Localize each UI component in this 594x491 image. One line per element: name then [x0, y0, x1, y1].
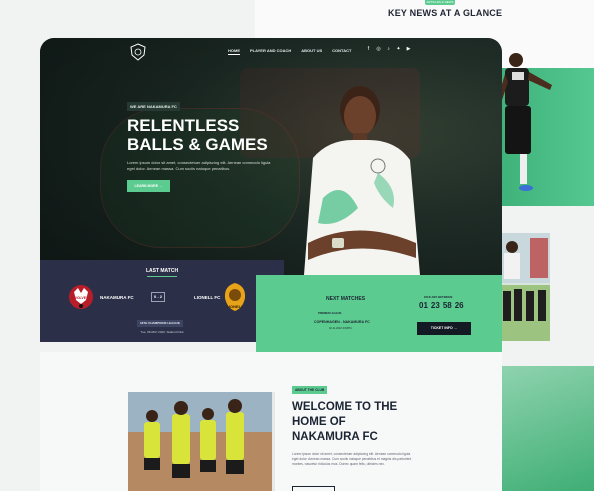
home-team-name: NAKAMURA FC — [100, 295, 134, 300]
main-nav: HOME PLAYER AND COACH ABOUT US CONTACT — [228, 48, 351, 55]
news-badge: ARTICLES & NEWS — [425, 0, 455, 5]
ticket-info-button[interactable]: TICKET INFO → — [417, 322, 471, 335]
twitter-icon[interactable]: ✦ — [396, 47, 401, 52]
hero-section: HOME PLAYER AND COACH ABOUT US CONTACT f… — [40, 38, 502, 275]
background-photo-green — [500, 366, 594, 491]
kickoff-label: KICK-OFF BETWEEN: — [424, 295, 454, 299]
player-photo-right — [498, 53, 552, 191]
last-match-panel: LAST MATCH WOLVES NAKAMURA FC 0 - 2 LION… — [40, 260, 284, 342]
next-match-date: 02.11.2022 3:00PM — [329, 327, 352, 330]
countdown-minutes: 58 — [442, 301, 452, 310]
about-text: Lorem ipsum dolor sit amet, consectetuer… — [292, 452, 412, 466]
countdown-days: 01 — [419, 301, 428, 310]
club-logo[interactable] — [130, 43, 146, 61]
hero-title: RELENTLESS BALLS & GAMES — [127, 116, 277, 154]
hero-kicker: WE ARE NAKAMURA FC — [127, 102, 180, 111]
social-links: f ◎ ♪ ✦ ▶ — [366, 47, 411, 52]
team-photo — [128, 392, 272, 491]
nav-player-and-coach[interactable]: PLAYER AND COACH — [250, 48, 291, 55]
away-team-name: LIONELL FC — [194, 295, 221, 300]
tiktok-icon[interactable]: ♪ — [386, 47, 391, 52]
countdown-hours: 23 — [430, 301, 440, 310]
last-match-league: 18TH CHAMPIONS LEAGUE — [137, 320, 183, 327]
nav-home[interactable]: HOME — [228, 48, 240, 55]
nav-contact[interactable]: CONTACT — [332, 48, 351, 55]
next-match-league: PREMIER LEAGUE — [318, 312, 342, 315]
instagram-icon[interactable]: ◎ — [376, 47, 381, 52]
wolves-badge-icon: WOLVES — [69, 285, 93, 309]
countdown-seconds: 26 — [454, 301, 464, 310]
lionell-badge-icon: LIONELL — [224, 283, 246, 311]
next-match-fixture: COPENHAGEN - NAKAMURA FC — [314, 320, 370, 324]
match-score: 0 - 2 — [151, 292, 165, 302]
next-matches-title: NEXT MATCHES — [326, 296, 366, 302]
facebook-icon[interactable]: f — [366, 47, 371, 52]
last-match-title: LAST MATCH — [40, 268, 284, 277]
kickoff-countdown: 01 23 58 26 — [419, 301, 464, 310]
gallery-collage — [500, 233, 550, 341]
last-match-date: Tue, 08.08.P 2020, Stallurd Park — [140, 330, 184, 334]
next-matches-panel: NEXT MATCHES PREMIER LEAGUE COPENHAGEN -… — [256, 275, 502, 352]
learn-more-button[interactable]: LEARN MORE → — [127, 180, 170, 192]
hero-player-photo — [304, 86, 420, 275]
hero-overlay — [40, 38, 502, 275]
nav-about-us[interactable]: ABOUT US — [301, 48, 322, 55]
about-pill: ABOUT THE CLUB — [292, 386, 328, 394]
news-heading: KEY NEWS AT A GLANCE — [388, 8, 503, 18]
hero-description: Lorem ipsum dolor sit amet, consectetuer… — [127, 160, 271, 171]
home-badge-text: WOLVES — [74, 296, 90, 300]
youtube-icon[interactable]: ▶ — [406, 47, 411, 52]
about-title: WELCOME TO THE HOME OF NAKAMURA FC — [292, 401, 398, 443]
away-badge-text: LIONELL — [226, 304, 244, 309]
about-read-more-button[interactable] — [292, 486, 335, 491]
hero-title-line2: BALLS & GAMES — [127, 135, 268, 154]
hero-title-line1: RELENTLESS — [127, 116, 240, 135]
